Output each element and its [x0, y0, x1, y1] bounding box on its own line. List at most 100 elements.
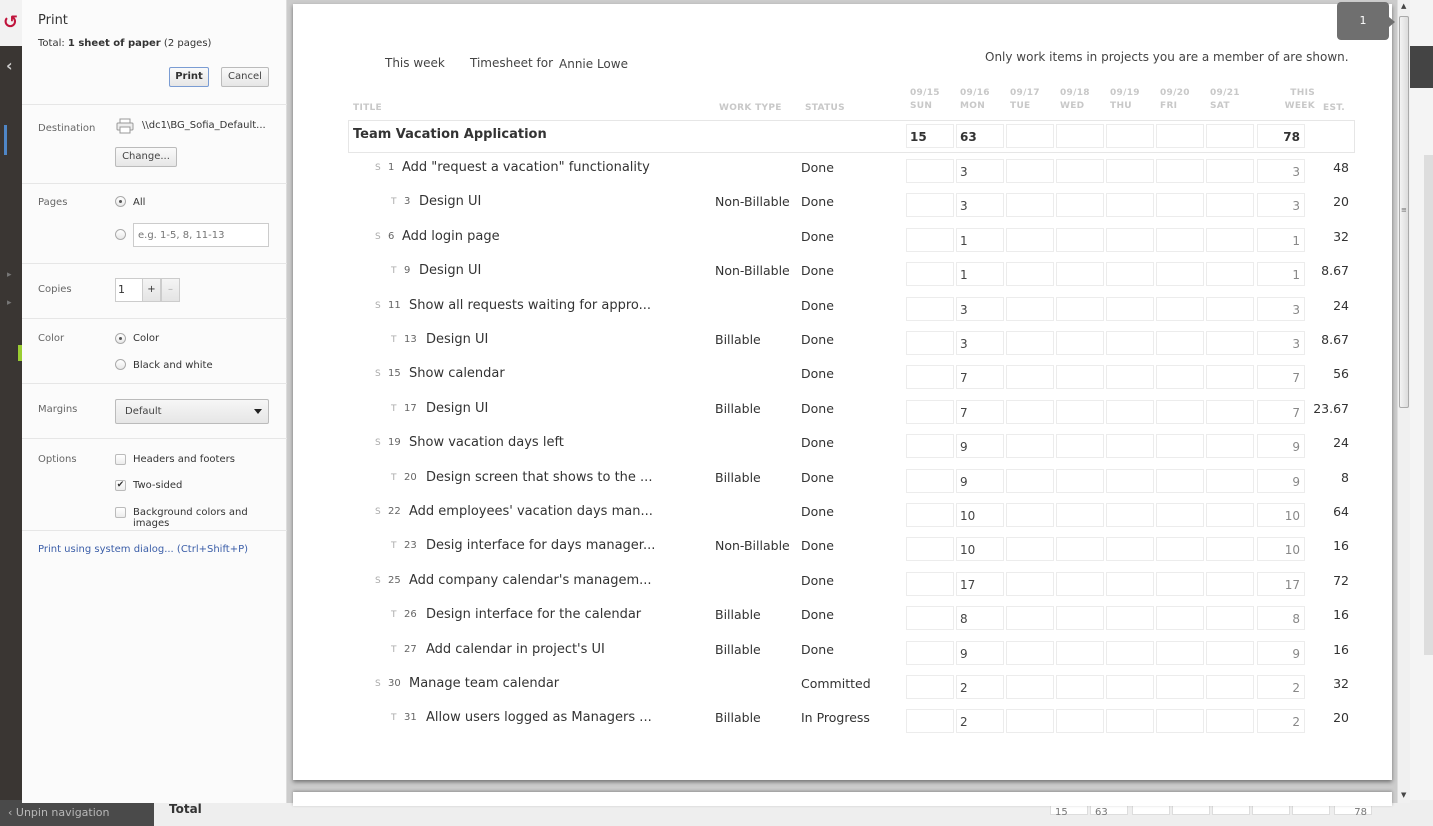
- day-hours-cell[interactable]: [906, 571, 954, 596]
- day-hours-cell[interactable]: 3: [956, 159, 1004, 183]
- week-total-cell[interactable]: 9: [1257, 434, 1305, 459]
- day-hours-cell[interactable]: [1206, 571, 1254, 596]
- day-hours-cell[interactable]: [1106, 537, 1154, 562]
- day-hours-cell[interactable]: [1106, 399, 1154, 424]
- system-dialog-link[interactable]: Print using system dialog... (Ctrl+Shift…: [38, 544, 248, 555]
- day-hours-cell[interactable]: [1056, 675, 1104, 699]
- week-total-cell[interactable]: 9: [1257, 468, 1305, 493]
- work-item-title[interactable]: Add calendar in project's UI: [426, 642, 605, 657]
- day-hours-cell[interactable]: [1056, 503, 1104, 527]
- day-hours-cell[interactable]: [1056, 159, 1104, 183]
- project-week-total-cell[interactable]: 78: [1257, 124, 1305, 148]
- day-hours-cell[interactable]: [1056, 537, 1104, 562]
- day-hours-cell[interactable]: [1056, 296, 1104, 321]
- project-day-hours-cell[interactable]: 63: [956, 124, 1004, 148]
- day-hours-cell[interactable]: [1206, 193, 1254, 218]
- day-hours-cell[interactable]: [906, 606, 954, 631]
- expand-triangle-icon[interactable]: ▸: [7, 270, 12, 280]
- day-hours-cell[interactable]: [1156, 159, 1204, 183]
- day-hours-cell[interactable]: [1006, 503, 1054, 527]
- day-hours-cell[interactable]: [1106, 709, 1154, 734]
- work-item-title[interactable]: Design UI: [426, 401, 488, 416]
- day-hours-cell[interactable]: [1206, 399, 1254, 424]
- day-hours-cell[interactable]: 9: [956, 434, 1004, 459]
- day-hours-cell[interactable]: [1056, 571, 1104, 596]
- work-item-title[interactable]: Add employees' vacation days man...: [409, 504, 653, 519]
- unpin-navigation-button[interactable]: ‹ Unpin navigation: [0, 800, 154, 826]
- week-total-cell[interactable]: 1: [1257, 262, 1305, 287]
- day-hours-cell[interactable]: [1056, 640, 1104, 665]
- week-total-cell[interactable]: 2: [1257, 709, 1305, 734]
- day-hours-cell[interactable]: [1106, 365, 1154, 390]
- day-hours-cell[interactable]: [1156, 193, 1204, 218]
- week-total-cell[interactable]: 3: [1257, 159, 1305, 183]
- work-item-title[interactable]: Add "request a vacation" functionality: [402, 160, 650, 175]
- day-hours-cell[interactable]: [1006, 365, 1054, 390]
- day-hours-cell[interactable]: [1056, 262, 1104, 287]
- day-hours-cell[interactable]: [1006, 193, 1054, 218]
- day-hours-cell[interactable]: [1106, 296, 1154, 321]
- work-item-title[interactable]: Add login page: [402, 229, 500, 244]
- day-hours-cell[interactable]: [1106, 193, 1154, 218]
- two-sided-label[interactable]: Two-sided: [133, 480, 182, 491]
- scroll-down-arrow-icon[interactable]: ▼: [1401, 791, 1406, 799]
- day-hours-cell[interactable]: [1006, 709, 1054, 734]
- color-radio[interactable]: [115, 333, 126, 344]
- day-hours-cell[interactable]: [1106, 434, 1154, 459]
- day-hours-cell[interactable]: [1156, 399, 1204, 424]
- day-hours-cell[interactable]: [906, 399, 954, 424]
- week-total-cell[interactable]: 7: [1257, 399, 1305, 424]
- week-total-cell[interactable]: 7: [1257, 365, 1305, 390]
- cancel-button[interactable]: Cancel: [221, 67, 269, 87]
- day-hours-cell[interactable]: [1156, 331, 1204, 355]
- headers-footers-label[interactable]: Headers and footers: [133, 454, 235, 465]
- day-hours-cell[interactable]: 1: [956, 262, 1004, 287]
- day-hours-cell[interactable]: [906, 331, 954, 355]
- day-hours-cell[interactable]: [1206, 262, 1254, 287]
- day-hours-cell[interactable]: [1106, 468, 1154, 493]
- week-total-cell[interactable]: 2: [1257, 675, 1305, 699]
- background-graphics-label[interactable]: Background colors and images: [133, 507, 286, 529]
- project-day-hours-cell[interactable]: [1206, 124, 1254, 148]
- work-item-title[interactable]: Show calendar: [409, 366, 505, 381]
- project-day-hours-cell[interactable]: [1106, 124, 1154, 148]
- day-hours-cell[interactable]: [1056, 709, 1104, 734]
- project-day-hours-cell[interactable]: [1156, 124, 1204, 148]
- day-hours-cell[interactable]: [1106, 606, 1154, 631]
- day-hours-cell[interactable]: [1206, 296, 1254, 321]
- day-hours-cell[interactable]: [906, 159, 954, 183]
- week-total-cell[interactable]: 10: [1257, 503, 1305, 527]
- day-hours-cell[interactable]: 8: [956, 606, 1004, 631]
- day-hours-cell[interactable]: [906, 434, 954, 459]
- day-hours-cell[interactable]: [906, 262, 954, 287]
- day-hours-cell[interactable]: [906, 468, 954, 493]
- day-hours-cell[interactable]: [1156, 709, 1204, 734]
- day-hours-cell[interactable]: [906, 296, 954, 321]
- two-sided-checkbox[interactable]: ✔: [115, 480, 126, 491]
- day-hours-cell[interactable]: [1056, 193, 1104, 218]
- day-hours-cell[interactable]: [1156, 606, 1204, 631]
- work-item-title[interactable]: Design UI: [419, 263, 481, 278]
- day-hours-cell[interactable]: [906, 193, 954, 218]
- day-hours-cell[interactable]: [1006, 399, 1054, 424]
- day-hours-cell[interactable]: 7: [956, 399, 1004, 424]
- day-hours-cell[interactable]: [1106, 262, 1154, 287]
- week-total-cell[interactable]: 3: [1257, 193, 1305, 218]
- color-option-label[interactable]: Color: [133, 333, 159, 344]
- day-hours-cell[interactable]: [1006, 159, 1054, 183]
- day-hours-cell[interactable]: [1006, 227, 1054, 252]
- day-hours-cell[interactable]: [1206, 640, 1254, 665]
- day-hours-cell[interactable]: [1206, 709, 1254, 734]
- day-hours-cell[interactable]: [1156, 227, 1204, 252]
- black-and-white-label[interactable]: Black and white: [133, 360, 213, 371]
- work-item-title[interactable]: Add company calendar's managem...: [409, 573, 652, 588]
- day-hours-cell[interactable]: [1156, 503, 1204, 527]
- pages-all-label[interactable]: All: [133, 197, 145, 208]
- background-graphics-checkbox[interactable]: [115, 507, 126, 518]
- day-hours-cell[interactable]: 10: [956, 537, 1004, 562]
- day-hours-cell[interactable]: 17: [956, 571, 1004, 596]
- day-hours-cell[interactable]: [1156, 262, 1204, 287]
- preview-scrollbar[interactable]: ▲ ≡ ▼: [1397, 0, 1410, 803]
- day-hours-cell[interactable]: [1156, 468, 1204, 493]
- week-total-cell[interactable]: 8: [1257, 606, 1305, 631]
